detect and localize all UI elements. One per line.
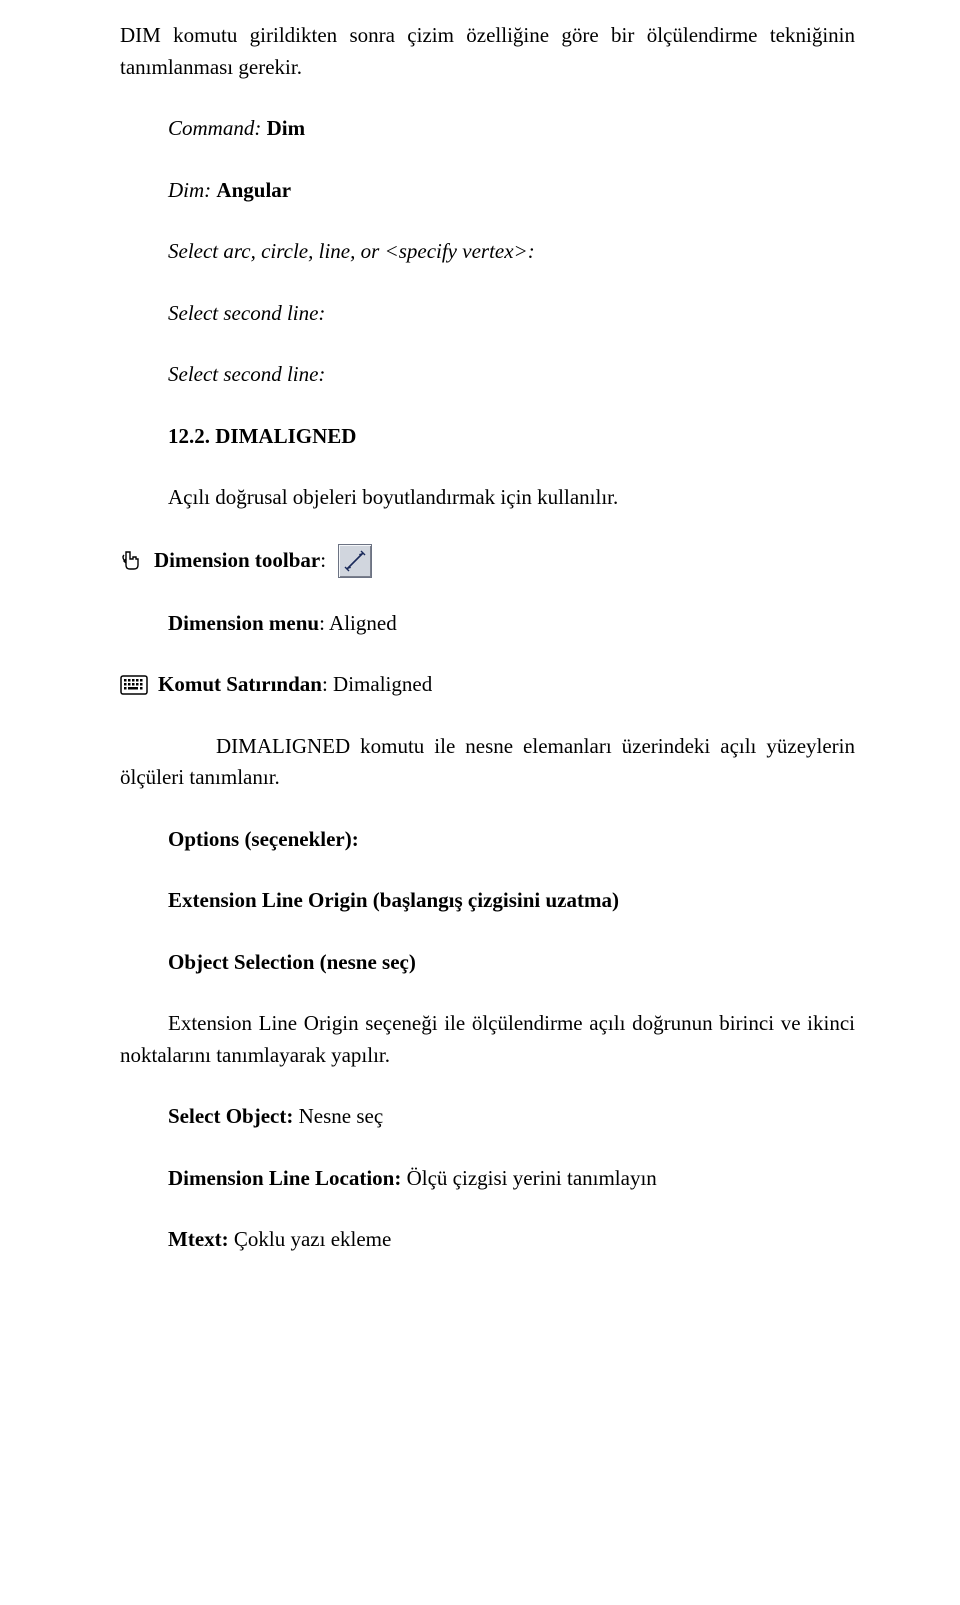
select-object-line: Select Object: Nesne seç — [120, 1101, 855, 1133]
cmdline-label: Komut Satırından — [158, 672, 322, 696]
body-para-1: DIMALIGNED komutu ile nesne elemanları ü… — [120, 731, 855, 794]
keyboard-icon — [120, 675, 148, 695]
select-object-value: Nesne seç — [299, 1104, 384, 1128]
cmdline-colon: : — [322, 672, 333, 696]
select-object-label: Select Object: — [168, 1104, 293, 1128]
dim-label: Dim — [168, 178, 204, 202]
mtext-label: Mtext: — [168, 1227, 229, 1251]
option-extension-line: Extension Line Origin (başlangış çizgisi… — [120, 885, 855, 917]
second-line-1: Select second line: — [120, 298, 855, 330]
dimension-toolbar-row: Dimension toolbar: — [120, 544, 855, 578]
command-value: Dim — [267, 116, 306, 140]
command-prompt-row: Komut Satırından: Dimaligned — [120, 669, 855, 701]
second-line-2: Select second line: — [120, 359, 855, 391]
hand-pointer-icon — [120, 549, 144, 573]
dim-loc-label: Dimension Line Location: — [168, 1166, 401, 1190]
body-para-2: Extension Line Origin seçeneği ile ölçül… — [120, 1008, 855, 1071]
dimension-line-location-line: Dimension Line Location: Ölçü çizgisi ye… — [120, 1163, 855, 1195]
section-desc: Açılı doğrusal objeleri boyutlandırmak i… — [120, 482, 855, 514]
intro-text: DIM komutu girildikten sonra çizim özell… — [120, 23, 855, 79]
menu-colon: : — [319, 611, 329, 635]
section-heading: 12.2. DIMALIGNED — [120, 421, 855, 453]
dimension-menu-row: Dimension menu: Aligned — [168, 608, 855, 640]
command-line: Command: Dim — [120, 113, 855, 145]
colon-literal: : — [254, 116, 266, 140]
mtext-value: Çoklu yazı ekleme — [234, 1227, 391, 1251]
toolbar-colon: : — [320, 548, 326, 572]
menu-value: Aligned — [329, 611, 397, 635]
toolbar-label: Dimension toolbar — [154, 548, 320, 572]
colon-literal-2: : — [204, 178, 216, 202]
command-label: Command — [168, 116, 254, 140]
select-arc-line: Select arc, circle, line, or <specify ve… — [120, 236, 855, 268]
intro-paragraph: DIM komutu girildikten sonra çizim özell… — [120, 20, 855, 83]
option-object-selection: Object Selection (nesne seç) — [120, 947, 855, 979]
dim-line: Dim: Angular — [120, 175, 855, 207]
options-heading: Options (seçenekler): — [120, 824, 855, 856]
cmdline-wrapper: Komut Satırından: Dimaligned — [158, 669, 432, 701]
dim-loc-value: Ölçü çizgisi yerini tanımlayın — [407, 1166, 657, 1190]
dim-value: Angular — [216, 178, 291, 202]
aligned-dimension-icon[interactable] — [338, 544, 372, 578]
menu-label: Dimension menu — [168, 611, 319, 635]
mtext-line: Mtext: Çoklu yazı ekleme — [120, 1224, 855, 1256]
toolbar-label-wrapper: Dimension toolbar: — [154, 545, 326, 577]
cmdline-value: Dimaligned — [333, 672, 432, 696]
